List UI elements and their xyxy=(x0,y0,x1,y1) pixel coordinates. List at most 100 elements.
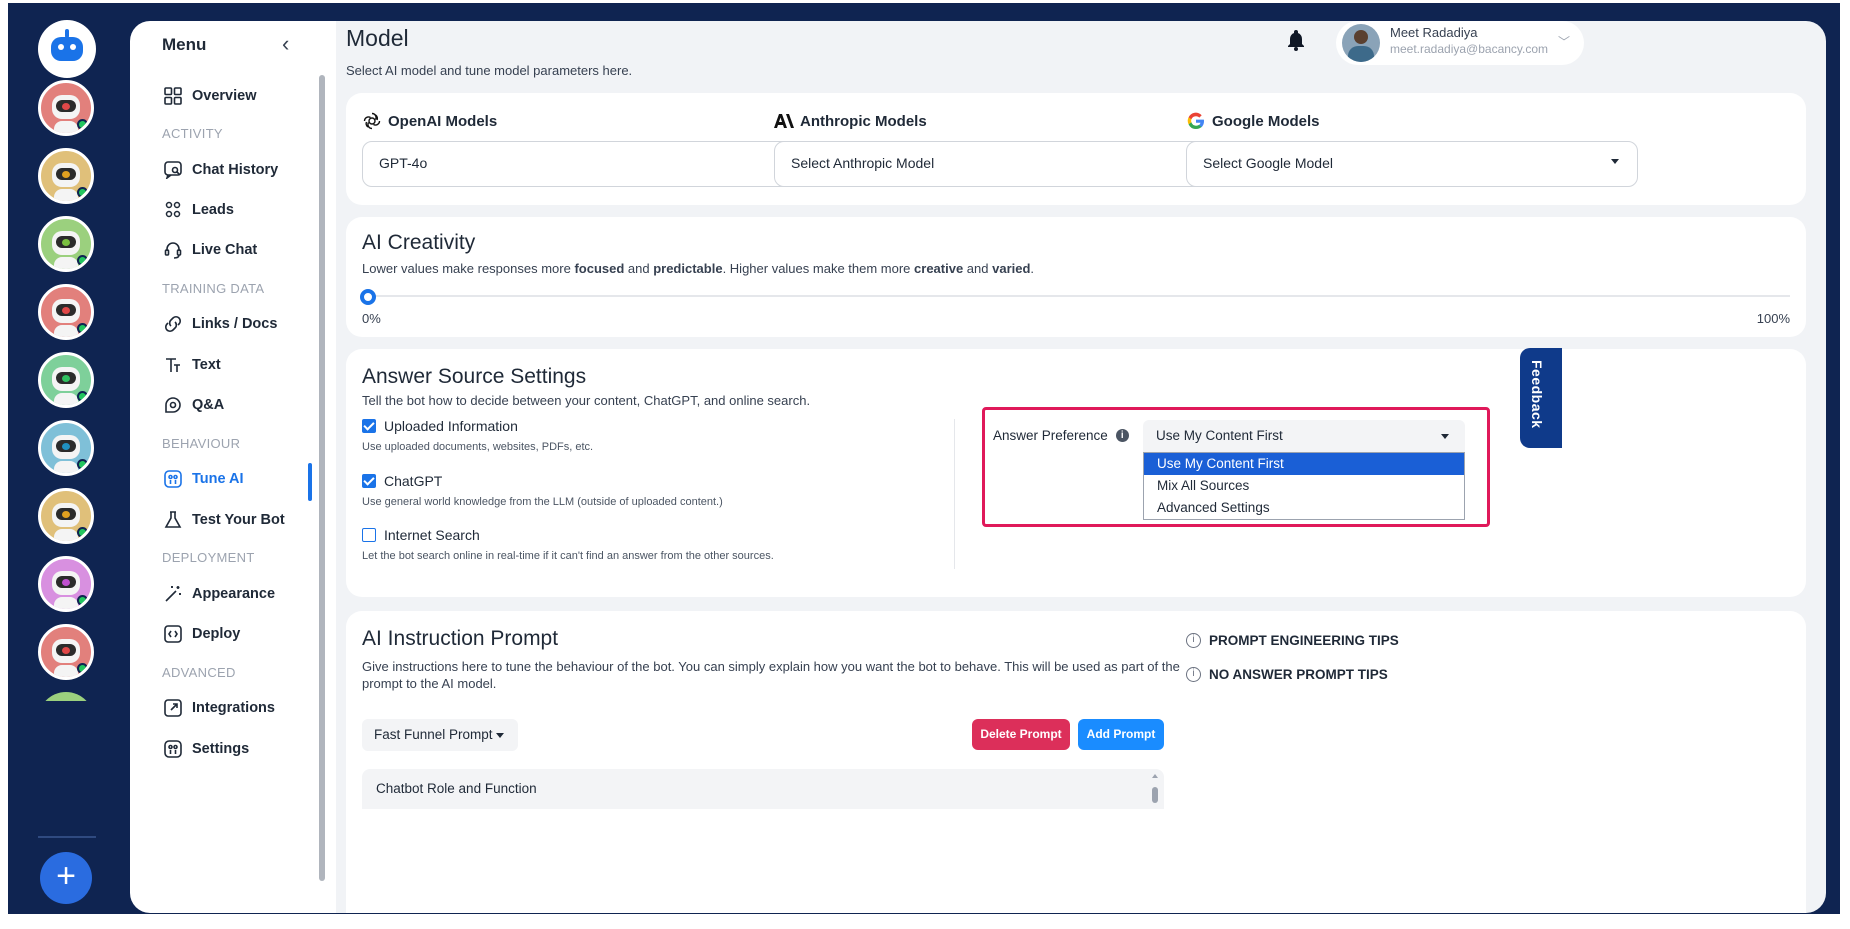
answer-preference-highlight: Answer Preference i Use My Content First … xyxy=(982,407,1490,527)
bot-avatar[interactable] xyxy=(38,420,94,476)
qa-icon xyxy=(162,395,184,415)
menu-item-live-chat[interactable]: Live Chat xyxy=(162,239,257,261)
uploaded-information-checkbox[interactable]: Uploaded Information xyxy=(362,418,518,434)
info-icon: i xyxy=(1186,667,1201,682)
select-value: Fast Funnel Prompt xyxy=(374,727,493,742)
menu-item-appearance[interactable]: Appearance xyxy=(162,583,275,605)
menu-label: Integrations xyxy=(192,700,275,716)
user-menu[interactable]: Meet Radadiya meet.radadiya@bacancy.com … xyxy=(1336,21,1584,65)
prompt-description-line2: prompt to the AI model. xyxy=(362,676,497,691)
creativity-slider-track[interactable] xyxy=(362,295,1790,297)
menu-item-settings[interactable]: Settings xyxy=(162,738,249,760)
delete-prompt-button[interactable]: Delete Prompt xyxy=(972,719,1070,750)
bell-icon[interactable] xyxy=(1286,29,1306,56)
creativity-slider-thumb[interactable] xyxy=(360,289,376,305)
prompt-engineering-tips-link[interactable]: i PROMPT ENGINEERING TIPS xyxy=(1186,633,1399,648)
option-label: Internet Search xyxy=(384,527,480,543)
anthropic-model-select[interactable]: Select Anthropic Model xyxy=(774,141,1226,187)
menu-label: Chat History xyxy=(192,162,279,178)
rail-divider xyxy=(38,836,96,838)
menu-item-qa[interactable]: Q&A xyxy=(162,394,224,416)
internet-search-checkbox[interactable]: Internet Search xyxy=(362,527,480,543)
menu-section-training-data: TRAINING DATA xyxy=(162,281,265,296)
anthropic-icon xyxy=(774,111,794,131)
select-value: GPT-4o xyxy=(379,155,428,171)
menu-label: Tune AI xyxy=(192,471,244,487)
menu-section-deployment: DEPLOYMENT xyxy=(162,550,255,565)
bot-avatar[interactable] xyxy=(38,556,94,612)
app-frame: + Menu ‹ Overview ACTIVITY Chat History … xyxy=(8,3,1840,914)
feedback-tab[interactable]: Feedback xyxy=(1520,348,1562,448)
bot-rail: + xyxy=(8,3,126,914)
google-icon xyxy=(1186,111,1206,131)
menu-item-chat-history[interactable]: Chat History xyxy=(162,159,278,181)
google-model-select[interactable]: Select Google Model xyxy=(1186,141,1638,187)
menu-label: Leads xyxy=(192,202,234,218)
models-card: OpenAI Models GPT-4o Anthropic Models Se… xyxy=(346,93,1806,205)
prompt-textarea[interactable]: Chatbot Role and Function xyxy=(362,769,1164,809)
tune-ai-icon xyxy=(162,469,184,489)
bot-avatar[interactable] xyxy=(38,624,94,680)
magic-wand-icon xyxy=(162,584,184,604)
caret-down-icon xyxy=(496,733,504,738)
bot-avatar[interactable] xyxy=(38,148,94,204)
menu-label: Deploy xyxy=(192,626,241,642)
menu-item-tune-ai[interactable]: Tune AI xyxy=(162,468,244,490)
headset-icon xyxy=(162,240,184,260)
menu-item-test-your-bot[interactable]: Test Your Bot xyxy=(162,509,285,531)
menu-item-links-docs[interactable]: Links / Docs xyxy=(162,313,277,335)
chatgpt-checkbox[interactable]: ChatGPT xyxy=(362,473,442,489)
menu-item-text[interactable]: Text xyxy=(162,354,221,376)
flask-icon xyxy=(162,510,184,530)
bot-avatar[interactable] xyxy=(38,352,94,408)
menu-item-leads[interactable]: Leads xyxy=(162,199,234,221)
openai-model-select[interactable]: GPT-4o xyxy=(362,141,814,187)
prompt-title: AI Instruction Prompt xyxy=(362,627,559,650)
bot-avatar[interactable] xyxy=(38,692,94,701)
menu-label: Q&A xyxy=(192,397,225,413)
add-bot-button[interactable]: + xyxy=(40,852,92,904)
prompt-description-line1: Give instructions here to tune the behav… xyxy=(362,659,1180,674)
google-models: Google Models xyxy=(1186,111,1320,131)
main-bot-logo[interactable] xyxy=(38,20,96,78)
checkbox-unchecked[interactable] xyxy=(362,528,376,542)
checkbox-checked[interactable] xyxy=(362,419,376,433)
option-mix-all-sources[interactable]: Mix All Sources xyxy=(1144,475,1464,497)
page-title: Model xyxy=(346,25,409,51)
bot-avatar[interactable] xyxy=(38,216,94,272)
openai-models: OpenAI Models xyxy=(362,111,497,131)
prompt-text: Chatbot Role and Function xyxy=(376,781,537,796)
answer-preference-label: Answer Preference i xyxy=(993,428,1129,443)
bot-avatar[interactable] xyxy=(38,284,94,340)
slider-min-label: 0% xyxy=(362,311,381,326)
collapse-menu-icon[interactable]: ‹ xyxy=(282,31,289,57)
answer-preference-select[interactable]: Use My Content First xyxy=(1143,420,1465,452)
menu-label: Settings xyxy=(192,741,250,757)
menu-item-integrations[interactable]: Integrations xyxy=(162,697,275,719)
bot-avatar[interactable] xyxy=(38,80,94,136)
info-icon[interactable]: i xyxy=(1115,429,1129,442)
prompt-scrollbar[interactable] xyxy=(1150,773,1160,803)
checkbox-checked[interactable] xyxy=(362,474,376,488)
page-subtitle: Select AI model and tune model parameter… xyxy=(346,63,633,78)
content-scrollbar[interactable] xyxy=(1814,31,1822,911)
option-label: ChatGPT xyxy=(384,473,443,489)
user-email: meet.radadiya@bacancy.com xyxy=(1390,42,1549,56)
deploy-icon xyxy=(162,624,184,644)
menu-label: Links / Docs xyxy=(192,316,278,332)
menu-item-overview[interactable]: Overview xyxy=(162,85,257,107)
active-indicator xyxy=(308,463,312,501)
menu-scrollbar[interactable] xyxy=(318,61,326,911)
prompt-select[interactable]: Fast Funnel Prompt xyxy=(362,719,518,751)
option-use-my-content-first[interactable]: Use My Content First xyxy=(1144,453,1464,475)
grid-icon xyxy=(162,86,184,106)
instruction-prompt-card: AI Instruction Prompt Give instructions … xyxy=(346,611,1806,913)
google-label: Google Models xyxy=(1212,112,1320,130)
menu-label: Live Chat xyxy=(192,242,258,258)
slider-max-label: 100% xyxy=(1756,311,1790,326)
menu-item-deploy[interactable]: Deploy xyxy=(162,623,240,645)
option-advanced-settings[interactable]: Advanced Settings xyxy=(1144,497,1464,519)
add-prompt-button[interactable]: Add Prompt xyxy=(1078,719,1164,750)
bot-avatar[interactable] xyxy=(38,488,94,544)
no-answer-prompt-tips-link[interactable]: i NO ANSWER PROMPT TIPS xyxy=(1186,667,1388,682)
